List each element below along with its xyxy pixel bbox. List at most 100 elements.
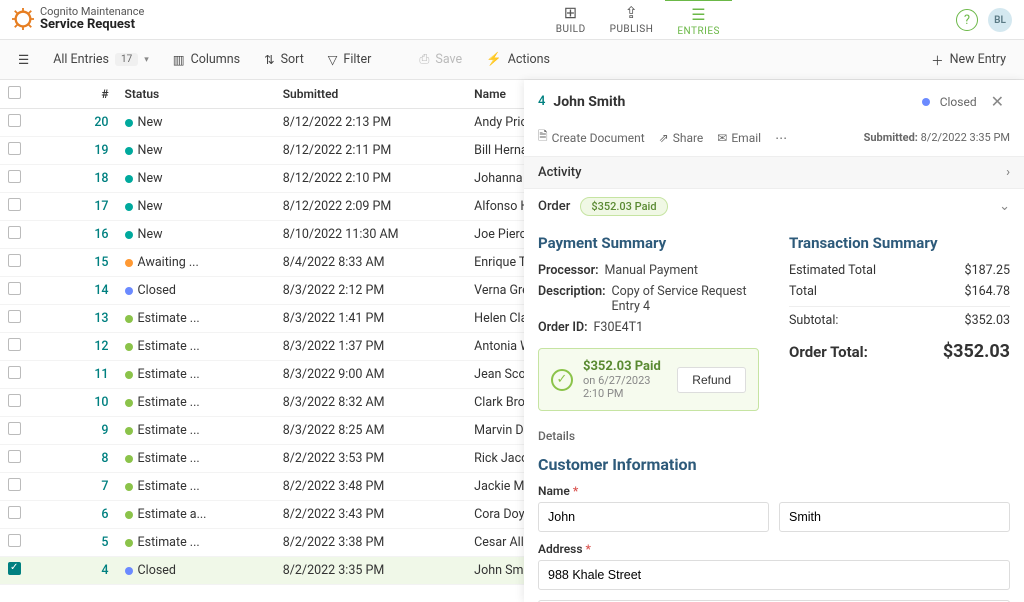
entry-number-link[interactable]: 20 [94,115,108,130]
entry-number-link[interactable]: 6 [101,507,108,522]
refund-button[interactable]: Refund [677,367,746,393]
entry-number-link[interactable]: 18 [94,171,108,186]
entry-number-link[interactable]: 7 [101,479,108,494]
order-id-value: F30E4T1 [594,320,759,335]
check-circle-icon: ✓ [551,369,573,391]
entry-number-link[interactable]: 8 [101,451,108,466]
avatar[interactable]: BL [988,8,1012,32]
tab-publish[interactable]: ⇪ PUBLISH [598,0,666,41]
submitted-cell: 8/3/2022 2:12 PM [275,277,466,305]
status-text: Estimate ... [138,311,200,326]
panel-status[interactable]: Closed [922,95,977,109]
estimated-label: Estimated Total [789,263,876,278]
entry-number-link[interactable]: 11 [94,367,108,382]
filter-toggle[interactable]: ☰ [8,46,39,74]
ellipsis-icon: ⋯ [775,131,787,145]
entry-number-link[interactable]: 4 [101,563,108,578]
row-checkbox[interactable] [8,394,21,407]
col-submitted[interactable]: Submitted [275,80,466,109]
entry-number-link[interactable]: 13 [94,311,108,326]
logo: Cognito Maintenance Service Request [12,6,144,32]
actions-button[interactable]: ⚡Actions [476,46,560,73]
row-checkbox[interactable] [8,478,21,491]
row-checkbox[interactable] [8,170,21,183]
row-checkbox[interactable] [8,198,21,211]
tab-build[interactable]: ⊞ BUILD [544,0,598,41]
all-entries-dropdown[interactable]: All Entries 17 ▾ [43,46,159,73]
entry-detail-panel: 4 John Smith Closed ✕ 🗎Create Document ⇗… [524,80,1024,602]
row-checkbox[interactable] [8,254,21,267]
entry-number-link[interactable]: 16 [94,227,108,242]
entry-number-link[interactable]: 15 [94,255,108,270]
entry-number-link[interactable]: 19 [94,143,108,158]
entry-number-link[interactable]: 14 [94,283,108,298]
entry-number-link[interactable]: 5 [101,535,108,550]
status-text: Estimate ... [138,339,200,354]
description-label: Description: [538,284,606,314]
row-checkbox[interactable] [8,422,21,435]
address-line1-input[interactable] [538,560,1010,590]
share-icon: ⇗ [659,131,669,145]
entry-number-link[interactable]: 17 [94,199,108,214]
row-checkbox[interactable] [8,142,21,155]
actions-icon: ⚡ [486,52,502,67]
app-title: Service Request [40,18,144,32]
row-checkbox[interactable] [8,338,21,351]
submitted-cell: 8/2/2022 3:38 PM [275,529,466,557]
row-checkbox[interactable] [8,534,21,547]
panel-header: 4 John Smith Closed ✕ [524,80,1024,123]
status-dot-icon [125,483,133,491]
row-checkbox[interactable] [8,450,21,463]
paid-date: on 6/27/2023 2:10 PM [583,374,667,400]
row-checkbox[interactable] [8,310,21,323]
col-number[interactable]: # [50,80,117,109]
chevron-down-icon: ▾ [144,55,149,65]
row-checkbox[interactable] [8,562,21,575]
panel-submitted: Submitted: 8/2/2022 3:35 PM [864,131,1010,144]
filter-label: Filter [343,52,371,67]
columns-button[interactable]: ▥Columns [163,46,250,74]
close-icon[interactable]: ✕ [985,90,1010,113]
submitted-cell: 8/12/2022 2:09 PM [275,193,466,221]
status-dot-icon [125,231,133,239]
submitted-cell: 8/3/2022 8:32 AM [275,389,466,417]
email-button[interactable]: ✉Email [717,131,761,145]
row-checkbox[interactable] [8,506,21,519]
entry-number-link[interactable]: 12 [94,339,108,354]
first-name-input[interactable] [538,502,769,532]
select-all-checkbox[interactable] [8,86,21,99]
create-document-label: Create Document [552,131,645,145]
processor-label: Processor: [538,263,599,278]
new-entry-label: New Entry [950,52,1006,67]
status-text: New [138,115,163,130]
status-text: Closed [138,563,176,578]
new-entry-button[interactable]: ＋New Entry [921,44,1016,75]
col-status[interactable]: Status [117,80,275,109]
chevron-down-icon: ⌄ [999,199,1010,214]
activity-section[interactable]: Activity › [524,156,1024,188]
panel-entry-number: 4 [538,94,545,109]
entry-number-link[interactable]: 10 [94,395,108,410]
row-checkbox[interactable] [8,114,21,127]
subtotal-value: $352.03 [965,313,1010,328]
help-icon[interactable]: ? [956,9,978,31]
sort-label: Sort [281,52,304,67]
entry-number-link[interactable]: 9 [101,423,108,438]
status-text: New [138,171,163,186]
row-checkbox[interactable] [8,282,21,295]
tab-entries[interactable]: ☰ ENTRIES [665,0,732,41]
filter-lines-icon: ☰ [18,52,29,68]
share-button[interactable]: ⇗Share [659,131,704,145]
more-actions-button[interactable]: ⋯ [775,131,787,145]
last-name-input[interactable] [779,502,1010,532]
filter-button[interactable]: ▽Filter [318,46,382,74]
row-checkbox[interactable] [8,366,21,379]
order-section[interactable]: Order $352.03 Paid ⌄ [524,188,1024,224]
panel-status-label: Closed [940,95,977,109]
sort-button[interactable]: ⇅Sort [254,46,314,74]
submitted-cell: 8/2/2022 3:35 PM [275,557,466,585]
row-checkbox[interactable] [8,226,21,239]
create-document-button[interactable]: 🗎Create Document [538,127,645,148]
submitted-cell: 8/12/2022 2:10 PM [275,165,466,193]
save-icon: ⎙ [419,52,429,67]
